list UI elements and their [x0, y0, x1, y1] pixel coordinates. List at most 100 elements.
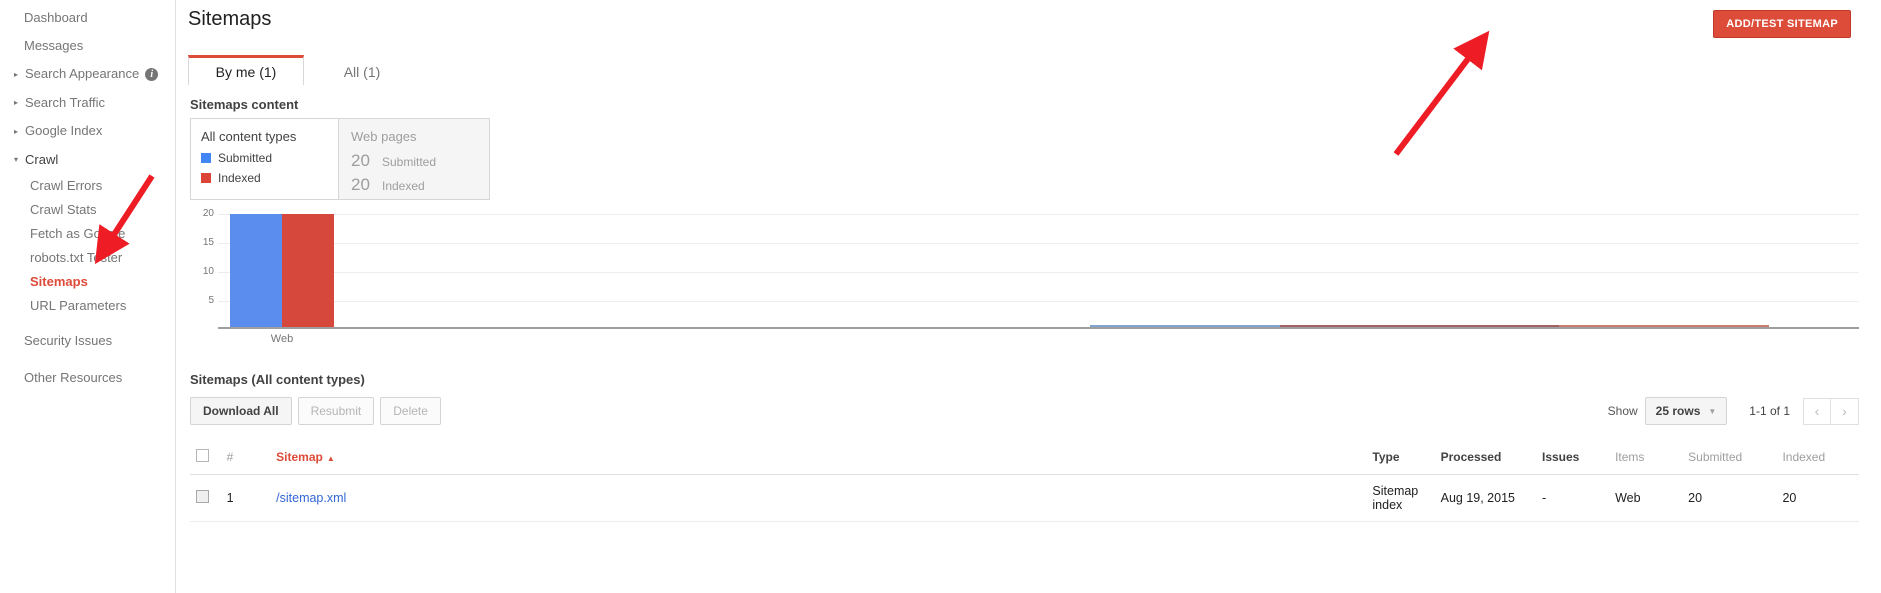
sidebar-item-other-resources[interactable]: Other Resources: [0, 364, 175, 392]
sidebar-item-search-appearance[interactable]: ▸ Search Appearance i: [0, 60, 175, 89]
sidebar-item-sitemaps[interactable]: Sitemaps: [0, 270, 175, 294]
row-number: 1: [220, 474, 271, 522]
resubmit-button[interactable]: Resubmit: [297, 397, 375, 425]
chevron-right-icon: ▸: [14, 126, 19, 136]
sidebar-item-fetch-as-google[interactable]: Fetch as Google: [0, 222, 175, 246]
sidebar-item-label: Search Traffic: [25, 94, 105, 110]
column-header-submitted[interactable]: Submitted: [1682, 443, 1777, 475]
y-axis-tick: 10: [202, 266, 214, 277]
select-all-checkbox[interactable]: [196, 449, 209, 462]
content-type-cards: All content types Submitted Indexed Web …: [190, 118, 1859, 200]
table-toolbar: Download All Resubmit Delete Show 25 row…: [190, 397, 1859, 425]
add-test-sitemap-button[interactable]: ADD/TEST SITEMAP: [1713, 10, 1851, 38]
sidebar-item-label: robots.txt Tester: [30, 250, 123, 266]
sidebar-item-url-parameters[interactable]: URL Parameters: [0, 294, 175, 318]
x-axis-tick-label: Web: [270, 333, 294, 345]
bar-submitted[interactable]: [230, 214, 282, 327]
card-title: Web pages: [351, 129, 417, 144]
previous-page-button[interactable]: ‹: [1803, 397, 1831, 425]
legend-label: Submitted: [218, 151, 273, 165]
sitemap-link[interactable]: /sitemap.xml: [276, 491, 346, 505]
metric-value: 20: [351, 151, 370, 170]
sidebar: Dashboard Messages ▸ Search Appearance i ▸…: [0, 0, 176, 593]
next-page-button[interactable]: ›: [1831, 397, 1859, 425]
sitemaps-table-section: Sitemaps (All content types) Download Al…: [190, 372, 1859, 522]
tab-label: All (1): [343, 64, 381, 80]
sort-ascending-icon: ▲: [326, 454, 335, 463]
card-title: All content types: [201, 129, 297, 144]
column-header-sitemap[interactable]: Sitemap ▲: [270, 443, 1367, 475]
download-all-button[interactable]: Download All: [190, 397, 292, 425]
rows-per-page-value: 25 rows: [1655, 404, 1701, 418]
tab-label: By me (1): [215, 64, 277, 80]
sitemaps-table: # Sitemap ▲ Type Processed Issues Items S…: [190, 443, 1859, 522]
pagination-controls: Show 25 rows ▼ 1-1 of 1 ‹ ›: [1608, 397, 1859, 425]
tab-all[interactable]: All (1): [304, 55, 420, 85]
sitemaps-page: Dashboard Messages ▸ Search Appearance i ▸…: [0, 0, 1881, 593]
sidebar-item-security-issues[interactable]: Security Issues: [0, 327, 175, 355]
card-all-content-types[interactable]: All content types Submitted Indexed: [190, 118, 338, 200]
sidebar-item-search-traffic[interactable]: ▸ Search Traffic: [0, 89, 175, 118]
legend-item-indexed: Indexed: [201, 171, 324, 185]
row-items: Web: [1609, 474, 1683, 522]
page-title: Sitemaps: [188, 8, 272, 30]
table-row: 1 /sitemap.xml Sitemap index Aug 19, 201…: [190, 474, 1859, 522]
chevron-down-icon: ▾: [14, 155, 19, 165]
card-web-pages[interactable]: Web pages 20 Submitted 20 Indexed: [338, 118, 490, 200]
column-header-type[interactable]: Type: [1366, 443, 1435, 475]
sidebar-item-label: Messages: [24, 38, 84, 53]
column-header-number: #: [220, 443, 271, 475]
sidebar-item-dashboard[interactable]: Dashboard: [0, 4, 175, 32]
sidebar-item-label: Crawl Stats: [30, 202, 97, 218]
sidebar-item-crawl-errors[interactable]: Crawl Errors: [0, 174, 175, 198]
sidebar-item-crawl-stats[interactable]: Crawl Stats: [0, 198, 175, 222]
sitemaps-bar-chart: 20 15 10 5 Web: [190, 208, 1859, 345]
sidebar-item-google-index[interactable]: ▸ Google Index: [0, 117, 175, 146]
legend-item-submitted: Submitted: [201, 151, 324, 165]
metric-label: Indexed: [382, 179, 425, 193]
rows-per-page-select[interactable]: 25 rows ▼: [1644, 397, 1728, 425]
chevron-right-icon: ▸: [14, 98, 19, 108]
chevron-right-icon: ▸: [14, 69, 19, 79]
delete-button[interactable]: Delete: [380, 397, 441, 425]
info-icon[interactable]: i: [145, 68, 159, 82]
sidebar-item-messages[interactable]: Messages: [0, 32, 175, 60]
column-header-issues[interactable]: Issues: [1535, 443, 1610, 475]
show-label: Show: [1607, 404, 1638, 418]
chart-bars: [230, 214, 334, 327]
column-header-select-all[interactable]: [190, 443, 221, 475]
chevron-down-icon: ▼: [1708, 406, 1717, 416]
sitemaps-content-label: Sitemaps content: [190, 97, 299, 112]
tab-bar: By me (1) All (1): [188, 55, 1859, 85]
legend-label: Indexed: [218, 171, 261, 185]
sidebar-item-label: Other Resources: [24, 370, 123, 386]
metric-indexed: 20 Indexed: [351, 175, 475, 195]
sitemaps-table-title: Sitemaps (All content types): [190, 372, 365, 387]
column-header-processed[interactable]: Processed: [1434, 443, 1536, 475]
sidebar-item-label: Dashboard: [24, 10, 88, 25]
sidebar-divider: [0, 355, 175, 364]
row-issues: -: [1535, 474, 1610, 522]
sidebar-item-label: Crawl: [25, 151, 59, 167]
bar-indexed[interactable]: [282, 214, 334, 327]
sidebar-item-crawl[interactable]: ▾ Crawl: [0, 146, 175, 175]
column-header-indexed[interactable]: Indexed: [1776, 443, 1859, 475]
metric-label: Submitted: [382, 155, 437, 169]
row-select-cell[interactable]: [190, 474, 221, 522]
sidebar-item-label: Fetch as Google: [30, 226, 126, 242]
legend-swatch-indexed: [201, 173, 211, 183]
sidebar-divider: [0, 318, 175, 327]
sidebar-item-label: Search Appearance: [25, 66, 140, 81]
row-submitted: 20: [1682, 474, 1777, 522]
chart-x-axis: [218, 327, 1859, 329]
metric-value: 20: [351, 175, 370, 194]
row-checkbox[interactable]: [196, 490, 209, 503]
tab-by-me[interactable]: By me (1): [188, 55, 304, 85]
sidebar-item-robots-txt-tester[interactable]: robots.txt Tester: [0, 246, 175, 270]
y-axis-tick: 5: [208, 295, 214, 306]
y-axis-tick: 20: [202, 208, 214, 219]
row-type: Sitemap index: [1366, 474, 1435, 522]
column-header-items[interactable]: Items: [1609, 443, 1683, 475]
metric-submitted: 20 Submitted: [351, 151, 475, 171]
sidebar-item-label: URL Parameters: [30, 298, 127, 314]
